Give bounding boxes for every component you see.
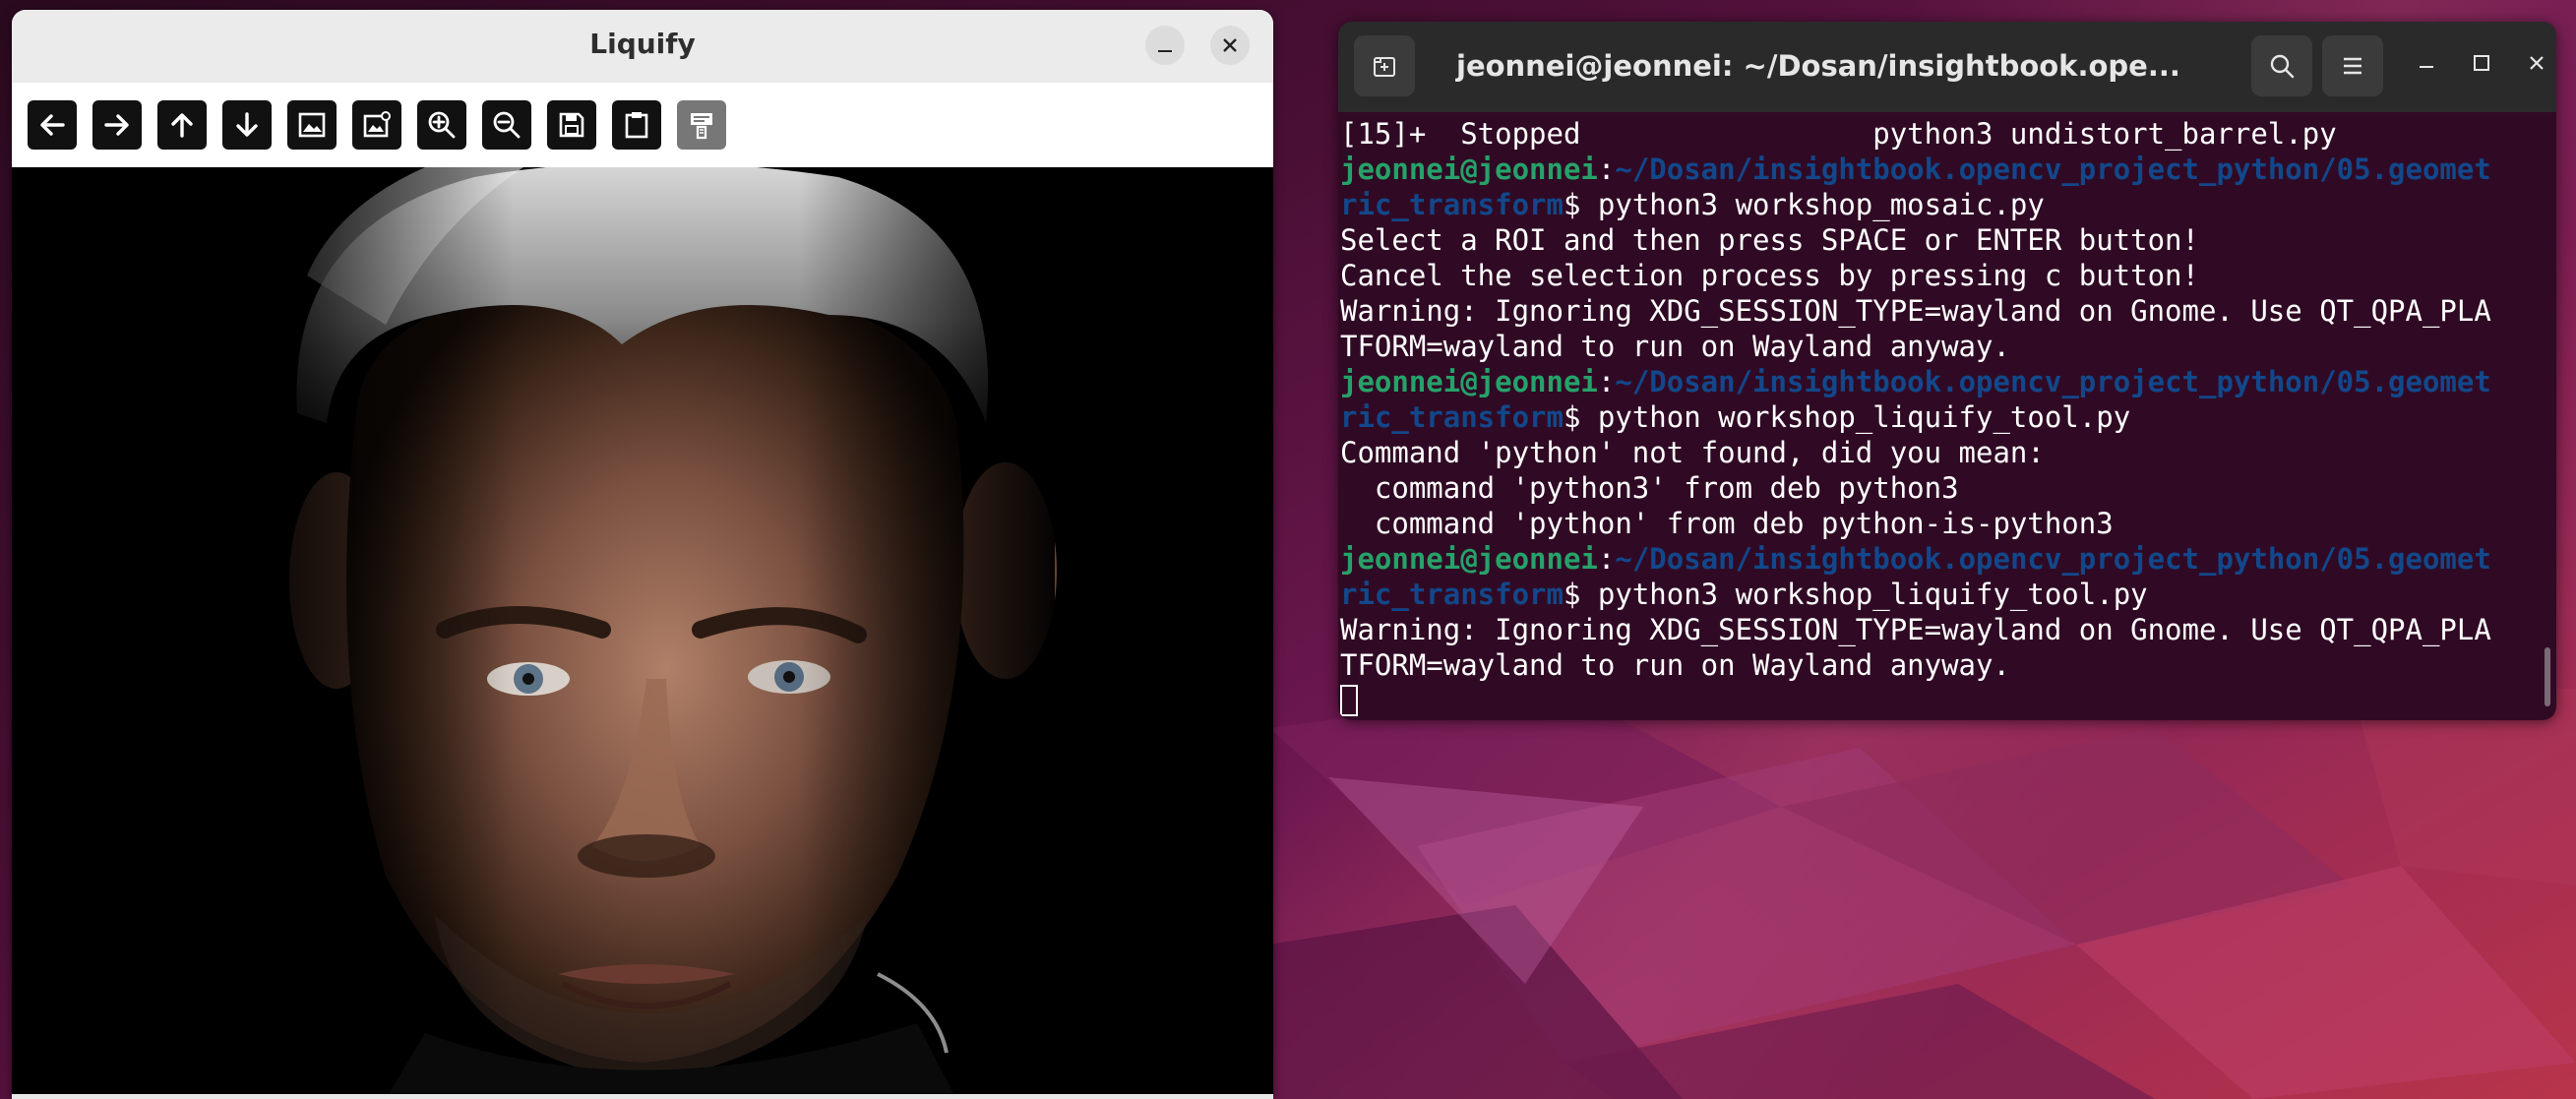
prompt-path: ~/Dosan/insightbook.opencv_project_pytho…: [1615, 542, 2491, 576]
liquify-title: Liquify: [589, 28, 696, 60]
command-text: $ python3 workshop_mosaic.py: [1563, 188, 2045, 221]
prompt-path: ~/Dosan/insightbook.opencv_project_pytho…: [1615, 365, 2491, 398]
prompt-separator: :: [1597, 365, 1616, 398]
terminal-output[interactable]: [15]+ Stopped python3 undistort_barrel.p…: [1340, 116, 2543, 716]
terminal-input-line[interactable]: [1340, 683, 2543, 718]
liquify-toolbar: [12, 83, 1273, 168]
terminal-line: jeonnei@jeonnei:~/Dosan/insightbook.open…: [1340, 541, 2543, 577]
terminal-line: [15]+ Stopped python3 undistort_barrel.p…: [1340, 116, 2543, 152]
save-icon: [559, 112, 584, 138]
liquify-window: Liquify: [12, 10, 1273, 1099]
terminal-line: ric_transform$ python workshop_liquify_t…: [1340, 399, 2543, 435]
prompt-user: jeonnei@jeonnei: [1340, 542, 1598, 576]
output-text: TFORM=wayland to run on Wayland anyway.: [1340, 330, 2010, 363]
output-text: Warning: Ignoring XDG_SESSION_TYPE=wayla…: [1340, 613, 2491, 646]
back-arrow-icon: [40, 114, 65, 136]
output-text: Warning: Ignoring XDG_SESSION_TYPE=wayla…: [1340, 294, 2491, 328]
menu-button[interactable]: [2322, 35, 2383, 96]
output-text: command 'python' from deb python-is-pyth…: [1340, 507, 2114, 540]
terminal-line: Warning: Ignoring XDG_SESSION_TYPE=wayla…: [1340, 293, 2543, 329]
zoom-out-button[interactable]: [482, 100, 531, 150]
terminal-line: command 'python3' from deb python3: [1340, 470, 2543, 506]
forward-arrow-icon: [104, 114, 129, 136]
image-settings-icon: [363, 111, 391, 138]
up-arrow-icon: [171, 113, 193, 138]
image-settings-button[interactable]: [352, 100, 401, 150]
terminal-line: command 'python' from deb python-is-pyth…: [1340, 506, 2543, 541]
search-button[interactable]: [2251, 35, 2312, 96]
prompt-user: jeonnei@jeonnei: [1340, 365, 1598, 398]
output-text: TFORM=wayland to run on Wayland anyway.: [1340, 648, 2010, 682]
up-button[interactable]: [157, 100, 207, 150]
close-icon: [2530, 56, 2544, 70]
new-tab-button[interactable]: [1354, 35, 1415, 96]
terminal-line: jeonnei@jeonnei:~/Dosan/insightbook.open…: [1340, 152, 2543, 187]
terminal-window: jeonnei@jeonnei: ~/Dosan/insightbook.ope…: [1338, 22, 2556, 720]
command-text: $ python3 workshop_liquify_tool.py: [1563, 578, 2148, 611]
properties-icon: [691, 113, 712, 140]
hamburger-menu-icon: [2344, 57, 2361, 75]
image-canvas[interactable]: [12, 167, 1273, 1099]
terminal-line: Warning: Ignoring XDG_SESSION_TYPE=wayla…: [1340, 612, 2543, 647]
prompt-path: ric_transform: [1340, 188, 1564, 221]
terminal-line: Select a ROI and then press SPACE or ENT…: [1340, 222, 2543, 258]
image-button[interactable]: [287, 100, 337, 150]
terminal-line: Command 'python' not found, did you mean…: [1340, 435, 2543, 470]
output-text: command 'python3' from deb python3: [1340, 471, 1959, 505]
prompt-user: jeonnei@jeonnei: [1340, 153, 1598, 186]
terminal-line: TFORM=wayland to run on Wayland anyway.: [1340, 647, 2543, 683]
prompt-separator: :: [1597, 153, 1616, 186]
output-text: [15]+ Stopped python3 undistort_barrel.p…: [1340, 117, 2337, 151]
image-icon: [298, 112, 326, 138]
command-text: $ python workshop_liquify_tool.py: [1563, 400, 2131, 434]
prompt-path: ric_transform: [1340, 400, 1564, 434]
prompt-path: ~/Dosan/insightbook.opencv_project_pytho…: [1615, 153, 2491, 186]
save-button[interactable]: [547, 100, 596, 150]
portrait-image: [258, 167, 1057, 1099]
output-text: Command 'python' not found, did you mean…: [1340, 436, 2045, 469]
terminal-scrollbar[interactable]: [2545, 647, 2550, 706]
terminal-line: Cancel the selection process by pressing…: [1340, 258, 2543, 293]
maximize-button[interactable]: [2464, 49, 2499, 85]
maximize-icon: [2474, 55, 2489, 71]
close-icon: [1223, 38, 1237, 52]
down-arrow-icon: [236, 112, 258, 137]
properties-button[interactable]: [677, 100, 726, 150]
forward-button[interactable]: [92, 100, 142, 150]
minimize-button[interactable]: [1145, 26, 1185, 65]
zoom-in-icon: [428, 111, 456, 139]
zoom-in-button[interactable]: [417, 100, 466, 150]
minimize-icon: [2420, 66, 2433, 68]
terminal-line: TFORM=wayland to run on Wayland anyway.: [1340, 329, 2543, 364]
output-text: Select a ROI and then press SPACE or ENT…: [1340, 223, 2199, 257]
terminal-line: ric_transform$ python3 workshop_liquify_…: [1340, 577, 2543, 612]
desktop-wallpaper: [1269, 689, 2576, 1099]
minimize-button[interactable]: [2409, 49, 2444, 85]
zoom-out-icon: [493, 111, 521, 139]
minimize-icon: [1158, 50, 1172, 52]
prompt-path: ric_transform: [1340, 578, 1564, 611]
terminal-line: jeonnei@jeonnei:~/Dosan/insightbook.open…: [1340, 364, 2543, 399]
text-cursor: [1340, 685, 1358, 716]
down-button[interactable]: [222, 100, 272, 150]
clipboard-icon: [625, 112, 648, 139]
back-button[interactable]: [28, 100, 77, 150]
close-button[interactable]: [1210, 26, 1250, 65]
prompt-separator: :: [1597, 542, 1616, 576]
close-button[interactable]: [2519, 49, 2554, 85]
clipboard-button[interactable]: [612, 100, 661, 150]
search-icon: [2270, 54, 2295, 79]
terminal-title: jeonnei@jeonnei: ~/Dosan/insightbook.ope…: [1456, 49, 2180, 83]
liquify-titlebar[interactable]: Liquify: [12, 10, 1273, 84]
image-status-strip: [12, 1094, 1273, 1099]
terminal-headerbar[interactable]: jeonnei@jeonnei: ~/Dosan/insightbook.ope…: [1338, 22, 2556, 112]
output-text: Cancel the selection process by pressing…: [1340, 259, 2199, 292]
new-tab-icon: [1374, 57, 1395, 77]
terminal-line: ric_transform$ python3 workshop_mosaic.p…: [1340, 187, 2543, 222]
